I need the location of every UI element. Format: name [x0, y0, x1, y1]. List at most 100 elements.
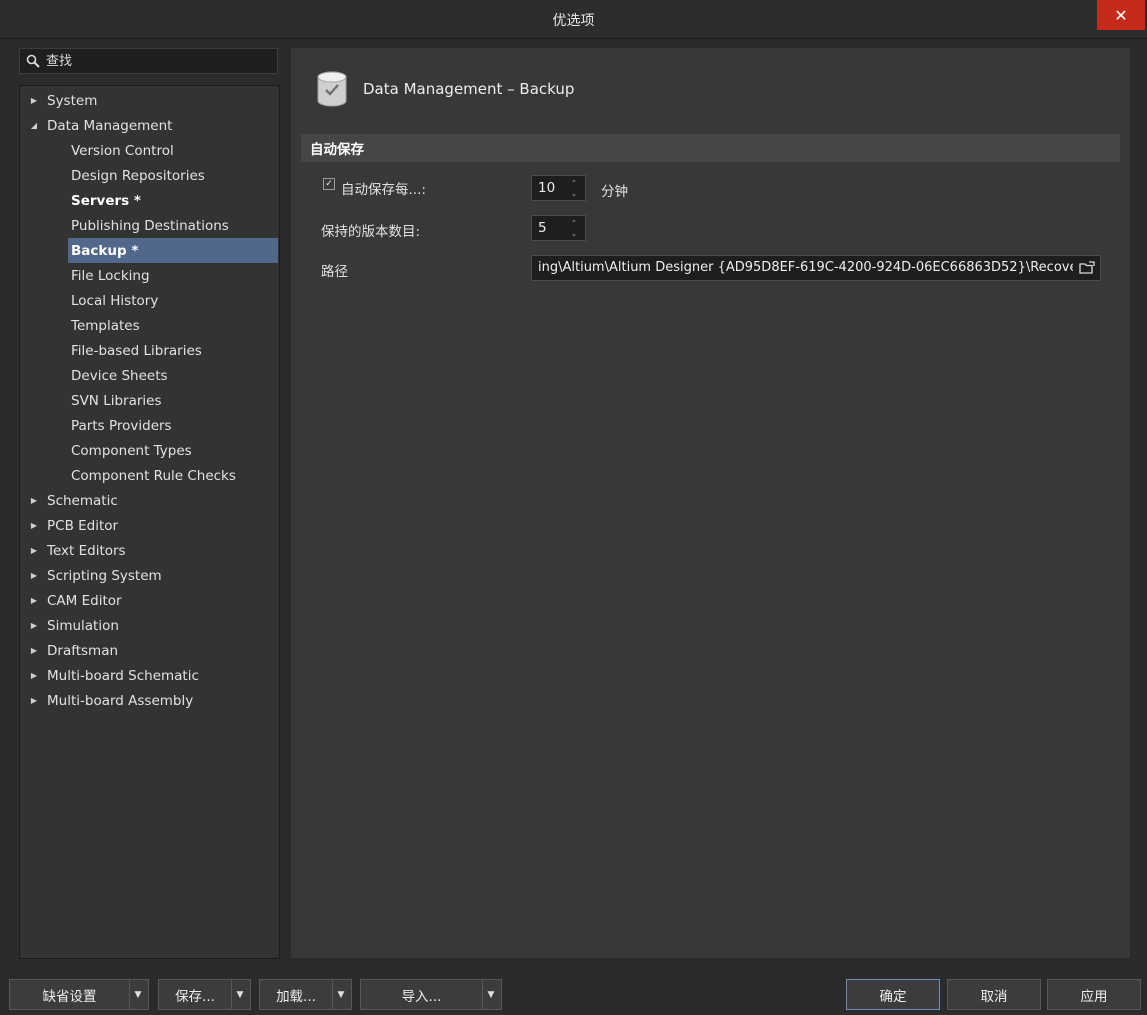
tree-item-label: Templates	[71, 317, 140, 334]
tree-item-label: File Locking	[71, 267, 150, 284]
expand-arrow-icon[interactable]: ▶	[29, 671, 39, 680]
expand-arrow-icon[interactable]: ▶	[29, 96, 39, 105]
expand-arrow-icon[interactable]: ▶	[29, 546, 39, 555]
path-label: 路径	[321, 264, 348, 280]
tree-item[interactable]: ▶ Scripting System	[20, 563, 279, 588]
tree-item[interactable]: ◢ Data Management	[20, 113, 279, 138]
tree-item-label: CAM Editor	[47, 592, 122, 609]
import-split-button[interactable]: 导入... ▼	[360, 979, 502, 1010]
options-tree: ▶ System ◢ Data Management Version Control De…	[19, 85, 280, 959]
tree-item[interactable]: Component Rule Checks	[20, 463, 279, 488]
tree-item[interactable]: ▶ PCB Editor	[20, 513, 279, 538]
tree-item[interactable]: Templates	[20, 313, 279, 338]
expand-arrow-icon[interactable]: ▶	[29, 571, 39, 580]
spin-down-icon[interactable]: ⌄	[571, 190, 579, 198]
expand-arrow-icon[interactable]: ▶	[29, 646, 39, 655]
tree-item-label: SVN Libraries	[71, 392, 162, 409]
tree-item-label: Device Sheets	[71, 367, 168, 384]
interval-unit: 分钟	[601, 184, 628, 200]
path-value: ing\Altium\Altium Designer {AD95D8EF-619…	[538, 260, 1073, 275]
tree-item-label: Draftsman	[47, 642, 119, 659]
tree-item-label: Scripting System	[47, 567, 162, 584]
tree-item-label: System	[47, 92, 98, 109]
section-header-autosave: 自动保存	[301, 134, 1120, 162]
autosave-checkbox[interactable]: ✓	[323, 178, 335, 190]
save-button[interactable]: 保存...	[159, 980, 232, 1009]
tree-item[interactable]: Backup *	[20, 238, 279, 263]
close-icon: ✕	[1114, 5, 1128, 25]
tree-item[interactable]: Component Types	[20, 438, 279, 463]
window-title: 优选项	[552, 13, 595, 29]
tree-item[interactable]: ▶ Draftsman	[20, 638, 279, 663]
spin-up-icon[interactable]: ⌃	[571, 219, 579, 227]
spin-up-icon[interactable]: ⌃	[571, 179, 579, 187]
close-button[interactable]: ✕	[1097, 0, 1145, 30]
tree-item[interactable]: ▶ System	[20, 88, 279, 113]
tree-item[interactable]: Publishing Destinations	[20, 213, 279, 238]
tree-item[interactable]: Parts Providers	[20, 413, 279, 438]
tree-item[interactable]: SVN Libraries	[20, 388, 279, 413]
tree-item[interactable]: Local History	[20, 288, 279, 313]
tree-item[interactable]: ▶ Simulation	[20, 613, 279, 638]
tree-item-label: Data Management	[47, 117, 173, 134]
tree-item[interactable]: ▶ Multi-board Schematic	[20, 663, 279, 688]
versions-value: 5	[538, 220, 547, 236]
database-check-icon	[317, 71, 347, 107]
title-bar: 优选项 ✕	[0, 0, 1147, 39]
save-dropdown-arrow-icon[interactable]: ▼	[230, 980, 250, 1009]
tree-item-label: Servers *	[71, 192, 141, 209]
apply-button[interactable]: 应用	[1047, 979, 1141, 1010]
expand-arrow-icon[interactable]: ▶	[29, 521, 39, 530]
defaults-button[interactable]: 缺省设置	[10, 980, 130, 1009]
tree-item[interactable]: Design Repositories	[20, 163, 279, 188]
load-split-button[interactable]: 加载... ▼	[259, 979, 352, 1010]
tree-item-label: PCB Editor	[47, 517, 119, 534]
expand-arrow-icon[interactable]: ▶	[29, 696, 39, 705]
cancel-button[interactable]: 取消	[947, 979, 1041, 1010]
path-field[interactable]: ing\Altium\Altium Designer {AD95D8EF-619…	[531, 255, 1101, 281]
tree-item-label: Backup *	[71, 242, 139, 259]
tree-item[interactable]: Version Control	[20, 138, 279, 163]
checkmark-icon: ✓	[325, 179, 333, 189]
ok-button[interactable]: 确定	[846, 979, 940, 1010]
search-box[interactable]	[19, 48, 278, 74]
expand-arrow-icon[interactable]: ▶	[29, 621, 39, 630]
tree-item[interactable]: ▶ Multi-board Assembly	[20, 688, 279, 713]
tree-item-label: Design Repositories	[71, 167, 205, 184]
tree-item-label: Component Types	[71, 442, 192, 459]
tree-item-label: Schematic	[47, 492, 118, 509]
tree-item[interactable]: File Locking	[20, 263, 279, 288]
content-panel: Data Management – Backup 自动保存 ✓ 自动保存每...…	[290, 47, 1131, 959]
defaults-split-button[interactable]: 缺省设置 ▼	[9, 979, 149, 1010]
autosave-interval-stepper[interactable]: 10 ⌃ ⌄	[531, 175, 586, 201]
load-button[interactable]: 加载...	[260, 980, 333, 1009]
versions-label: 保持的版本数目:	[321, 224, 421, 240]
load-dropdown-arrow-icon[interactable]: ▼	[331, 980, 351, 1009]
import-dropdown-arrow-icon[interactable]: ▼	[481, 980, 501, 1009]
autosave-label: 自动保存每...:	[341, 182, 426, 198]
search-input[interactable]	[44, 52, 268, 70]
page-title: Data Management – Backup	[363, 80, 575, 98]
versions-stepper[interactable]: 5 ⌃ ⌄	[531, 215, 586, 241]
tree-item-label: Text Editors	[47, 542, 126, 559]
collapse-arrow-icon[interactable]: ◢	[29, 121, 39, 130]
tree-item[interactable]: Servers *	[20, 188, 279, 213]
search-icon	[26, 54, 40, 68]
tree-item-label: Publishing Destinations	[71, 217, 229, 234]
defaults-dropdown-arrow-icon[interactable]: ▼	[128, 980, 148, 1009]
tree-item-label: Multi-board Schematic	[47, 667, 199, 684]
autosave-interval-value: 10	[538, 180, 556, 196]
tree-item-label: Simulation	[47, 617, 119, 634]
tree-item-label: File-based Libraries	[71, 342, 202, 359]
save-split-button[interactable]: 保存... ▼	[158, 979, 251, 1010]
tree-item[interactable]: File-based Libraries	[20, 338, 279, 363]
tree-item[interactable]: ▶ CAM Editor	[20, 588, 279, 613]
tree-item[interactable]: Device Sheets	[20, 363, 279, 388]
import-button[interactable]: 导入...	[361, 980, 483, 1009]
folder-open-icon[interactable]	[1079, 261, 1095, 275]
expand-arrow-icon[interactable]: ▶	[29, 596, 39, 605]
expand-arrow-icon[interactable]: ▶	[29, 496, 39, 505]
spin-down-icon[interactable]: ⌄	[571, 230, 579, 238]
tree-item[interactable]: ▶ Schematic	[20, 488, 279, 513]
tree-item[interactable]: ▶ Text Editors	[20, 538, 279, 563]
